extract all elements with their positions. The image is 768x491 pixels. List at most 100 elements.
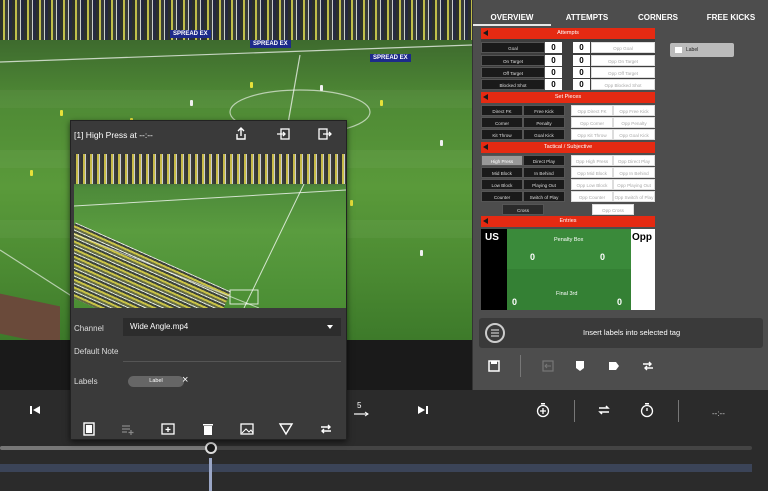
playing-out-button[interactable]: Playing Out bbox=[523, 179, 565, 190]
corner-button[interactable]: Corner bbox=[481, 117, 523, 128]
mid-block-button[interactable]: Mid Block bbox=[481, 167, 523, 178]
penalty-box-opp-count: 0 bbox=[600, 252, 606, 262]
tab-corners[interactable]: CORNERS bbox=[623, 10, 693, 26]
panel-toolbar bbox=[480, 355, 680, 378]
set-pieces-header[interactable]: Set Pieces bbox=[481, 92, 655, 103]
opp-corner-button[interactable]: Opp Corner bbox=[571, 117, 613, 128]
set-pieces-section: Set Pieces bbox=[481, 92, 655, 103]
attempt-goal-button[interactable]: Goal bbox=[481, 42, 545, 53]
opp-on-target-button[interactable]: Opp On Target bbox=[591, 55, 655, 66]
collapse-arrow-icon[interactable] bbox=[483, 30, 488, 36]
import-icon[interactable] bbox=[275, 126, 291, 142]
opp-goal-button[interactable]: Opp Goal bbox=[591, 42, 655, 53]
save-icon[interactable] bbox=[486, 358, 502, 374]
opp-high-press-button[interactable]: Opp High Press bbox=[571, 155, 613, 166]
tab-attempts[interactable]: ATTEMPTS bbox=[551, 10, 623, 26]
loop-icon[interactable] bbox=[596, 402, 612, 418]
remove-label-icon[interactable]: × bbox=[182, 374, 188, 386]
popup-toolbar bbox=[71, 421, 348, 439]
filter-icon[interactable] bbox=[278, 421, 294, 437]
default-note-field[interactable] bbox=[123, 361, 341, 362]
low-block-button[interactable]: Low Block bbox=[481, 179, 523, 190]
add-clip-icon[interactable] bbox=[160, 421, 176, 437]
attempt-off-target-button[interactable]: Off Target bbox=[481, 67, 545, 78]
collapse-arrow-icon[interactable] bbox=[483, 144, 488, 150]
opp-low-block-button[interactable]: Opp Low Block bbox=[571, 179, 613, 190]
attempt-blocked-shot-button[interactable]: Blocked Shot bbox=[481, 79, 545, 90]
opp-in-behind-button[interactable]: Opp In Behind bbox=[613, 167, 655, 178]
split-icon[interactable] bbox=[640, 358, 656, 374]
final-third-zone[interactable] bbox=[507, 269, 631, 310]
playhead[interactable] bbox=[209, 458, 212, 491]
in-behind-button[interactable]: In Behind bbox=[523, 167, 565, 178]
opp-cross-button[interactable]: Opp Cross bbox=[592, 204, 634, 215]
label-chip[interactable]: Label bbox=[670, 43, 734, 57]
opp-counter-button[interactable]: Opp Counter bbox=[571, 191, 613, 202]
timeline-track[interactable] bbox=[0, 464, 752, 472]
us-entries-label: US bbox=[485, 232, 499, 243]
trash-icon[interactable] bbox=[200, 421, 216, 437]
tab-free-kicks[interactable]: FREE KICKS bbox=[693, 10, 768, 26]
kit-throw-button[interactable]: Kit Throw bbox=[481, 129, 523, 140]
insert-icon[interactable] bbox=[540, 358, 556, 374]
transport-divider bbox=[678, 400, 679, 422]
switch-of-play-button[interactable]: Switch of Play bbox=[523, 191, 565, 202]
opp-playing-out-button[interactable]: Opp Playing Out bbox=[613, 179, 655, 190]
final-third-us-count: 0 bbox=[512, 297, 518, 307]
share-icon[interactable] bbox=[233, 126, 249, 142]
opp-free-kick-button[interactable]: Opp Free Kick bbox=[613, 105, 655, 116]
tab-overview[interactable]: OVERVIEW bbox=[473, 10, 551, 26]
label-chip[interactable]: Label bbox=[128, 376, 184, 387]
attempts-header[interactable]: Attempts bbox=[481, 28, 655, 39]
opp-direct-play-button[interactable]: Opp Direct Play bbox=[613, 155, 655, 166]
swap-icon[interactable] bbox=[318, 421, 334, 437]
add-list-icon[interactable] bbox=[120, 421, 136, 437]
add-timer-icon[interactable] bbox=[535, 402, 551, 418]
direct-play-button[interactable]: Direct Play bbox=[523, 155, 565, 166]
opp-blocked-shot-button[interactable]: Opp Blocked Shot bbox=[591, 79, 655, 90]
opp-goal-kick-button[interactable]: Opp Goal Kick bbox=[613, 129, 655, 140]
list-icon[interactable] bbox=[485, 323, 505, 343]
export-icon[interactable] bbox=[317, 126, 333, 142]
collapse-arrow-icon[interactable] bbox=[483, 218, 488, 224]
opp-switch-of-play-button[interactable]: Opp Switch of Play bbox=[613, 191, 655, 202]
tactical-header[interactable]: Tactical / Subjective bbox=[481, 142, 655, 153]
tag-shield-icon[interactable] bbox=[572, 358, 588, 374]
opp-off-target-button[interactable]: Opp Off Target bbox=[591, 67, 655, 78]
skip-start-icon[interactable] bbox=[28, 403, 42, 417]
goal-count: 0 bbox=[545, 42, 562, 53]
toolbar-divider bbox=[520, 355, 521, 377]
free-kick-button[interactable]: Free Kick bbox=[523, 105, 565, 116]
opp-direct-fk-button[interactable]: Opp Direct FK bbox=[571, 105, 613, 116]
opp-penalty-button[interactable]: Opp Penalty bbox=[613, 117, 655, 128]
default-note-label: Default Note bbox=[74, 347, 119, 356]
chevron-down-icon bbox=[327, 325, 333, 329]
counter-button[interactable]: Counter bbox=[481, 191, 523, 202]
opp-kit-throw-button[interactable]: Opp Kit Throw bbox=[571, 129, 613, 140]
skip-end-icon[interactable] bbox=[416, 403, 430, 417]
opp-mid-block-button[interactable]: Opp Mid Block bbox=[571, 167, 613, 178]
film-strip-icon[interactable] bbox=[81, 421, 97, 437]
clip-thumbnail[interactable] bbox=[74, 154, 346, 308]
insert-labels-bar[interactable]: Insert labels into selected tag bbox=[479, 318, 763, 348]
high-press-button[interactable]: High Press bbox=[481, 155, 523, 166]
entries-header[interactable]: Entries bbox=[481, 216, 655, 227]
step-five-button[interactable]: 5 bbox=[352, 401, 370, 418]
channel-select[interactable]: Wide Angle.mp4 bbox=[123, 318, 341, 336]
image-icon[interactable] bbox=[239, 421, 255, 437]
goal-kick-button[interactable]: Goal Kick bbox=[523, 129, 565, 140]
stopwatch-icon[interactable] bbox=[639, 402, 655, 418]
time-readout: --:-- bbox=[712, 409, 725, 418]
scrub-handle[interactable] bbox=[205, 442, 217, 454]
collapse-arrow-icon[interactable] bbox=[483, 94, 488, 100]
blocked-shot-count: 0 bbox=[545, 79, 562, 90]
cross-button[interactable]: Cross bbox=[502, 204, 544, 215]
label-checkbox[interactable] bbox=[675, 46, 682, 53]
penalty-button[interactable]: Penalty bbox=[523, 117, 565, 128]
section-title: Attempts bbox=[557, 30, 579, 36]
tag-icon[interactable] bbox=[606, 358, 622, 374]
attempt-on-target-button[interactable]: On Target bbox=[481, 55, 545, 66]
off-target-count: 0 bbox=[545, 67, 562, 78]
direct-fk-button[interactable]: Direct FK bbox=[481, 105, 523, 116]
opp-blocked-shot-count: 0 bbox=[573, 79, 590, 90]
